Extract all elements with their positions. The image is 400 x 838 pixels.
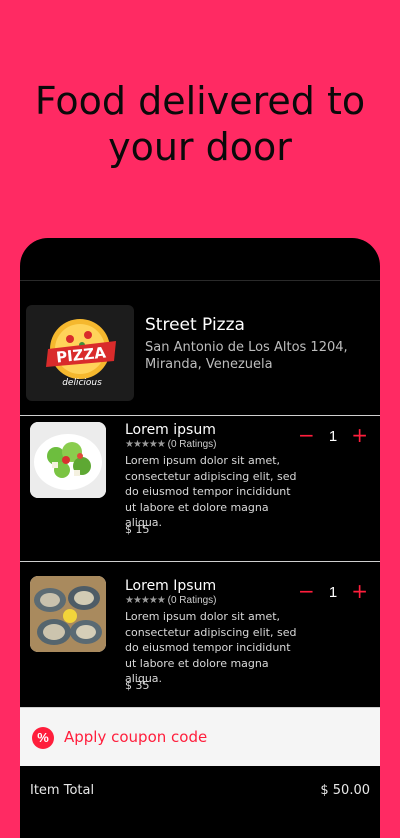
item-description: Lorem ipsum dolor sit amet, consectetur … [125, 610, 297, 685]
item-description: Lorem ipsum dolor sit amet, consectetur … [125, 454, 297, 529]
item-total-label: Item Total [30, 783, 95, 798]
increase-quantity-button[interactable]: + [351, 581, 368, 601]
increase-quantity-button[interactable]: + [351, 425, 368, 445]
coupon-label: Apply coupon code [64, 728, 208, 746]
app-top-bar [20, 238, 380, 281]
quantity-stepper: − 1 + [298, 425, 368, 448]
item-total-row: Item Total $ 50.00 [20, 778, 380, 808]
oysters-image [30, 576, 106, 652]
restaurant-logo: PIZZA delicious [26, 305, 134, 401]
phone-frame: PIZZA delicious Street Pizza San Antonio… [20, 238, 380, 838]
restaurant-header: PIZZA delicious Street Pizza San Antonio… [20, 281, 380, 416]
item-title: Lorem ipsum [125, 422, 216, 438]
rating-count: (0 Ratings) [167, 439, 217, 450]
quantity-stepper: − 1 + [298, 581, 368, 604]
list-item: Lorem Ipsum ★★★★★ (0 Ratings) Lorem ipsu… [20, 562, 380, 708]
salad-image [30, 422, 106, 498]
headline: Food delivered to your door [34, 79, 366, 169]
item-price: $ 35 [125, 679, 150, 692]
star-rating-icon: ★★★★★ [125, 439, 166, 450]
restaurant-address: San Antonio de Los Altos 1204, Miranda, … [145, 340, 348, 372]
percent-badge-icon: % [32, 727, 54, 749]
logo-subtext: delicious [62, 378, 102, 388]
list-item: Lorem ipsum ★★★★★ (0 Ratings) Lorem ipsu… [20, 416, 380, 562]
item-total-value: $ 50.00 [320, 783, 370, 798]
item-price: $ 15 [125, 523, 150, 536]
star-rating-icon: ★★★★★ [125, 595, 166, 606]
item-title: Lorem Ipsum [125, 578, 217, 594]
item-rating: ★★★★★ (0 Ratings) [125, 595, 217, 606]
rating-count: (0 Ratings) [167, 595, 217, 606]
item-rating: ★★★★★ (0 Ratings) [125, 439, 217, 450]
restaurant-name: Street Pizza [145, 315, 245, 335]
apply-coupon-button[interactable]: % Apply coupon code [20, 708, 380, 766]
